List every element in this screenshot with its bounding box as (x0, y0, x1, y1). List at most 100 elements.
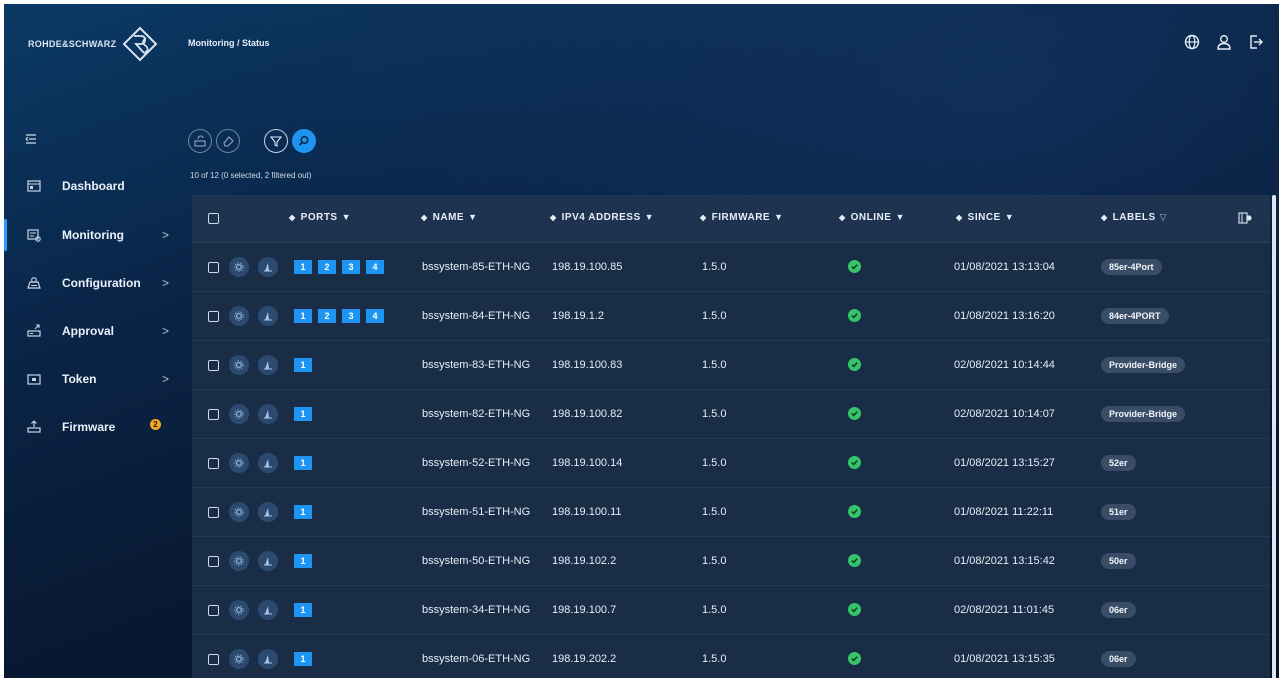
port-list: 1 (294, 456, 312, 470)
port-badge[interactable]: 1 (294, 505, 312, 519)
device-signal-button[interactable] (258, 355, 278, 375)
scrollbar-thumb[interactable] (1272, 195, 1276, 678)
port-badge[interactable]: 2 (318, 309, 336, 323)
device-details-button[interactable] (229, 453, 249, 473)
device-details-button[interactable] (229, 355, 249, 375)
scrollbar[interactable] (1272, 195, 1276, 678)
label-tag[interactable]: 50er (1101, 553, 1136, 569)
online-check-icon (848, 652, 861, 665)
port-badge[interactable]: 3 (342, 260, 360, 274)
row-checkbox[interactable] (208, 360, 219, 371)
online-check-icon (848, 309, 861, 322)
sidebar-item-configuration[interactable]: Configuration > (4, 263, 182, 303)
table-row[interactable]: 1 bssystem-51-ETH-NG 198.19.100.11 1.5.0 01/… (192, 488, 1270, 537)
logout-icon[interactable] (1247, 33, 1265, 51)
device-details-button[interactable] (229, 551, 249, 571)
label-tag[interactable]: 51er (1101, 504, 1136, 520)
column-header-online[interactable]: ◆ ONLINE ▼ (839, 212, 905, 223)
device-signal-button[interactable] (258, 649, 278, 669)
row-checkbox[interactable] (208, 654, 219, 665)
globe-icon[interactable] (1183, 33, 1201, 51)
breadcrumb[interactable]: Monitoring / Status (188, 38, 270, 48)
column-header-ports[interactable]: ◆ PORTS ▼ (289, 212, 351, 223)
port-badge[interactable]: 2 (318, 260, 336, 274)
table-row[interactable]: 1 bssystem-83-ETH-NG 198.19.100.83 1.5.0 02/… (192, 341, 1270, 390)
port-badge[interactable]: 1 (294, 652, 312, 666)
port-badge[interactable]: 4 (366, 260, 384, 274)
firmware-version: 1.5.0 (702, 555, 727, 567)
port-badge[interactable]: 1 (294, 260, 312, 274)
sidebar-item-label: Firmware (62, 420, 116, 434)
dashboard-icon (27, 180, 41, 192)
device-signal-button[interactable] (258, 453, 278, 473)
table-row[interactable]: 1 bssystem-34-ETH-NG 198.19.100.7 1.5.0 02/0… (192, 586, 1270, 635)
column-header-name[interactable]: ◆ NAME ▼ (421, 212, 478, 223)
filter-button[interactable] (264, 129, 288, 153)
device-signal-button[interactable] (258, 306, 278, 326)
device-signal-button[interactable] (258, 404, 278, 424)
port-badge[interactable]: 1 (294, 456, 312, 470)
row-checkbox[interactable] (208, 409, 219, 420)
online-check-icon (848, 505, 861, 518)
device-details-button[interactable] (229, 257, 249, 277)
sidebar-collapse-icon[interactable] (24, 132, 38, 146)
column-header-firmware[interactable]: ◆ FIRMWARE ▼ (700, 212, 784, 223)
monitoring-icon (27, 229, 41, 242)
table-row[interactable]: 1 bssystem-82-ETH-NG 198.19.100.82 1.5.0 02/… (192, 390, 1270, 439)
table-row[interactable]: 1 2 3 4 bssystem-85-ETH-NG 198.19.100.85 1.5.0… (192, 243, 1270, 292)
export-button[interactable] (188, 129, 212, 153)
port-badge[interactable]: 1 (294, 407, 312, 421)
sort-icon: ◆ (1101, 213, 1108, 222)
device-signal-button[interactable] (258, 551, 278, 571)
port-badge[interactable]: 4 (366, 309, 384, 323)
select-all-checkbox[interactable] (208, 213, 219, 224)
device-name: bssystem-34-ETH-NG (422, 604, 531, 616)
table-row[interactable]: 1 bssystem-50-ETH-NG 198.19.102.2 1.5.0 01/0… (192, 537, 1270, 586)
port-badge[interactable]: 1 (294, 309, 312, 323)
row-checkbox[interactable] (208, 262, 219, 273)
since-timestamp: 02/08/2021 10:14:44 (954, 359, 1055, 371)
label-tag[interactable]: 06er (1101, 651, 1136, 667)
device-details-button[interactable] (229, 600, 249, 620)
label-tag[interactable]: 06er (1101, 602, 1136, 618)
column-header-since[interactable]: ◆ SINCE ▼ (956, 212, 1014, 223)
label-tag[interactable]: Provider-Bridge (1101, 406, 1186, 422)
device-details-button[interactable] (229, 404, 249, 424)
device-signal-button[interactable] (258, 600, 278, 620)
port-badge[interactable]: 1 (294, 554, 312, 568)
device-details-button[interactable] (229, 649, 249, 669)
search-button[interactable] (292, 129, 316, 153)
row-checkbox[interactable] (208, 556, 219, 567)
sidebar-item-dashboard[interactable]: Dashboard (4, 166, 182, 206)
port-badge[interactable]: 1 (294, 603, 312, 617)
label-tag[interactable]: 84er-4PORT (1101, 308, 1169, 324)
port-badge[interactable]: 1 (294, 358, 312, 372)
sidebar-item-firmware[interactable]: Firmware 2 (4, 407, 182, 447)
port-badge[interactable]: 3 (342, 309, 360, 323)
sidebar-item-monitoring[interactable]: Monitoring > (4, 215, 182, 255)
app-window: ROHDE&SCHWARZ Monitoring / Status Dashbo… (0, 0, 1282, 682)
row-checkbox[interactable] (208, 605, 219, 616)
label-tag[interactable]: 52er (1101, 455, 1136, 471)
column-settings-icon[interactable] (1238, 211, 1252, 225)
device-signal-button[interactable] (258, 502, 278, 522)
device-signal-button[interactable] (258, 257, 278, 277)
label-tag[interactable]: Provider-Bridge (1101, 357, 1186, 373)
sidebar-item-token[interactable]: Token > (4, 359, 182, 399)
table-row[interactable]: 1 bssystem-52-ETH-NG 198.19.100.14 1.5.0 01/… (192, 439, 1270, 488)
sidebar-item-approval[interactable]: Approval > (4, 311, 182, 351)
label-tag[interactable]: 85er-4Port (1101, 259, 1162, 275)
table-row[interactable]: 1 bssystem-06-ETH-NG 198.19.202.2 1.5.0 01/0… (192, 635, 1270, 678)
device-details-button[interactable] (229, 502, 249, 522)
column-header-labels[interactable]: ◆ LABELS ▽ (1101, 212, 1167, 223)
device-details-button[interactable] (229, 306, 249, 326)
row-checkbox[interactable] (208, 311, 219, 322)
column-header-ipv4[interactable]: ◆ IPV4 ADDRESS ▼ (550, 212, 654, 223)
table-row[interactable]: 1 2 3 4 bssystem-84-ETH-NG 198.19.1.2 1.5.0 01/… (192, 292, 1270, 341)
row-checkbox[interactable] (208, 507, 219, 518)
user-icon[interactable] (1215, 33, 1233, 51)
port-list: 1 (294, 603, 312, 617)
row-checkbox[interactable] (208, 458, 219, 469)
clear-button[interactable] (216, 129, 240, 153)
signal-icon (264, 361, 272, 370)
